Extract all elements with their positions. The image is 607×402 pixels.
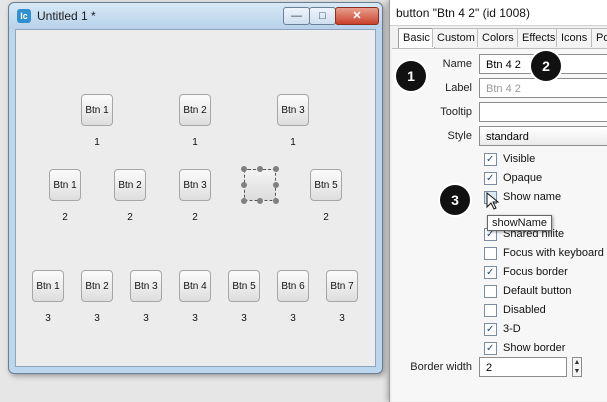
check-icon[interactable] [484,322,497,338]
button-btn-2-2[interactable]: Btn 2 2 [114,169,146,223]
checkbox-opaque[interactable]: Opaque [484,170,542,187]
maximize-button[interactable]: □ [309,7,336,25]
checkbox-3d[interactable]: 3-D [484,321,521,338]
check-icon[interactable] [484,341,497,357]
checkbox-default-button[interactable]: Default button [484,283,572,299]
tab-icons[interactable]: Icons [556,28,593,47]
button-btn-1-1[interactable]: Btn 1 1 [81,94,113,148]
stepper-icon[interactable]: ▲ ▼ [572,357,582,377]
tab-effects[interactable]: Effects [517,28,561,47]
check-icon[interactable] [484,152,497,168]
window-title: Untitled 1 * [37,9,96,23]
mouse-pointer-icon [486,192,500,210]
label-field[interactable]: Btn 4 2 [479,78,607,98]
resize-handle[interactable] [273,182,279,188]
resize-handle[interactable] [241,166,247,172]
resize-handle[interactable] [257,166,263,172]
tooltip-label: Tooltip [440,106,472,118]
inspector-tabs: Basic Custom Colors Effects Icons Po [390,28,607,49]
checkbox-disabled[interactable]: Disabled [484,302,546,318]
border-width-label: Border width [410,361,472,373]
button-btn-3-2[interactable]: Btn 3 2 [179,169,211,223]
window-titlebar[interactable]: lc Untitled 1 * — □ ✕ [9,3,382,29]
button-btn-4-2-selected[interactable] [244,169,276,201]
resize-handle[interactable] [257,198,263,204]
tab-colors[interactable]: Colors [477,28,519,47]
button-btn-1-3[interactable]: Btn 1 3 [32,270,64,324]
style-select[interactable]: standard [479,126,607,146]
card-canvas[interactable]: Btn 1 1 Btn 2 1 Btn 3 1 Btn 1 2 Btn 2 2 … [15,29,376,367]
border-width-field[interactable]: 2 [479,357,567,377]
checkbox-icon[interactable] [484,303,497,317]
checkbox-show-border[interactable]: Show border [484,340,565,357]
annotation-marker-2: 2 [531,51,561,81]
button-btn-3-1[interactable]: Btn 3 1 [277,94,309,148]
button-btn-1-2[interactable]: Btn 1 2 [49,169,81,223]
close-icon: ✕ [352,10,362,22]
checkbox-icon[interactable] [484,284,497,298]
checkbox-visible[interactable]: Visible [484,151,535,168]
button-btn-3-3[interactable]: Btn 3 3 [130,270,162,324]
hover-tooltip: showName [487,215,553,231]
checkbox-focus-border[interactable]: Focus border [484,264,568,281]
close-button[interactable]: ✕ [335,7,379,25]
button-btn-5-3[interactable]: Btn 5 3 [228,270,260,324]
tab-basic[interactable]: Basic [398,28,435,49]
app-icon: lc [17,9,31,23]
resize-handle[interactable] [241,182,247,188]
button-btn-7-3[interactable]: Btn 7 3 [326,270,358,324]
tab-custom[interactable]: Custom [432,28,480,47]
button-btn-2-3[interactable]: Btn 2 3 [81,270,113,324]
style-label: Style [447,130,472,142]
minimize-icon: — [291,10,302,22]
resize-handle[interactable] [273,198,279,204]
check-icon[interactable] [484,171,497,187]
button-btn-6-3[interactable]: Btn 6 3 [277,270,309,324]
button-btn-4-3[interactable]: Btn 4 3 [179,270,211,324]
maximize-icon: □ [319,10,326,22]
button-btn-2-1[interactable]: Btn 2 1 [179,94,211,148]
tooltip-field[interactable] [479,102,607,122]
checkbox-icon[interactable] [484,246,497,260]
tab-more[interactable]: Po [591,28,607,47]
inspector-title: button "Btn 4 2" (id 1008) [390,0,607,26]
resize-handle[interactable] [241,198,247,204]
minimize-button[interactable]: — [283,7,310,25]
stack-window: lc Untitled 1 * — □ ✕ Btn 1 1 Btn 2 1 Bt… [8,2,383,374]
checkbox-focus-with-keyboard[interactable]: Focus with keyboard [484,245,604,261]
resize-handle[interactable] [273,166,279,172]
annotation-marker-1: 1 [396,61,426,91]
button-btn-5-2[interactable]: Btn 5 2 [310,169,342,223]
check-icon[interactable] [484,265,497,281]
inspector-content: Name Btn 4 2 Label Btn 4 2 Tooltip Style… [392,48,607,401]
property-inspector: button "Btn 4 2" (id 1008) Basic Custom … [389,0,607,402]
annotation-marker-3: 3 [440,185,470,215]
